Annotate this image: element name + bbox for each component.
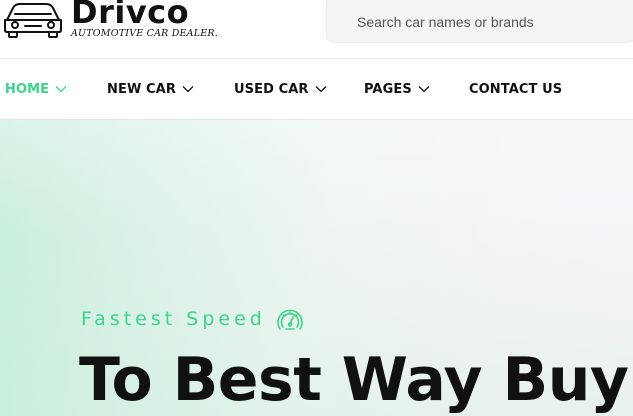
hero-banner: Fastest Speed To Best Way Buy — [0, 120, 633, 416]
nav-item-contact-us[interactable]: CONTACT US — [469, 59, 562, 119]
car-logo-icon — [4, 3, 62, 38]
nav-item-new-car[interactable]: NEW CAR — [107, 59, 194, 119]
main-nav: HOME NEW CAR USED CAR PAGES CONTACT US — [0, 58, 633, 120]
nav-item-label: CONTACT US — [469, 81, 563, 97]
chevron-down-icon — [315, 86, 326, 93]
nav-item-label: NEW CAR — [107, 81, 176, 97]
chevron-down-icon — [182, 86, 194, 93]
nav-item-label: USED CAR — [234, 81, 309, 97]
hero-subtitle: Fastest Speed — [81, 305, 306, 333]
site-header: Drivco AUTOMOTIVE CAR DEALER. — [0, 0, 633, 58]
hero-headline: To Best Way Buy — [79, 345, 629, 415]
hero-subtitle-text: Fastest Speed — [81, 308, 266, 330]
nav-item-label: PAGES — [364, 81, 412, 97]
brand: Drivco AUTOMOTIVE CAR DEALER. — [71, 0, 218, 39]
search-input[interactable] — [327, 0, 633, 42]
logo[interactable]: Drivco AUTOMOTIVE CAR DEALER. — [3, 0, 218, 46]
brand-name: Drivco — [71, 0, 190, 31]
nav-item-home[interactable]: HOME — [5, 59, 67, 119]
nav-item-pages[interactable]: PAGES — [364, 59, 430, 119]
search-box — [326, 0, 633, 43]
brand-tagline: AUTOMOTIVE CAR DEALER. — [71, 28, 218, 39]
chevron-down-icon — [55, 86, 67, 93]
nav-item-label: HOME — [5, 81, 50, 97]
speedometer-icon — [277, 309, 303, 330]
nav-item-used-car[interactable]: USED CAR — [234, 59, 327, 119]
chevron-down-icon — [418, 86, 430, 93]
